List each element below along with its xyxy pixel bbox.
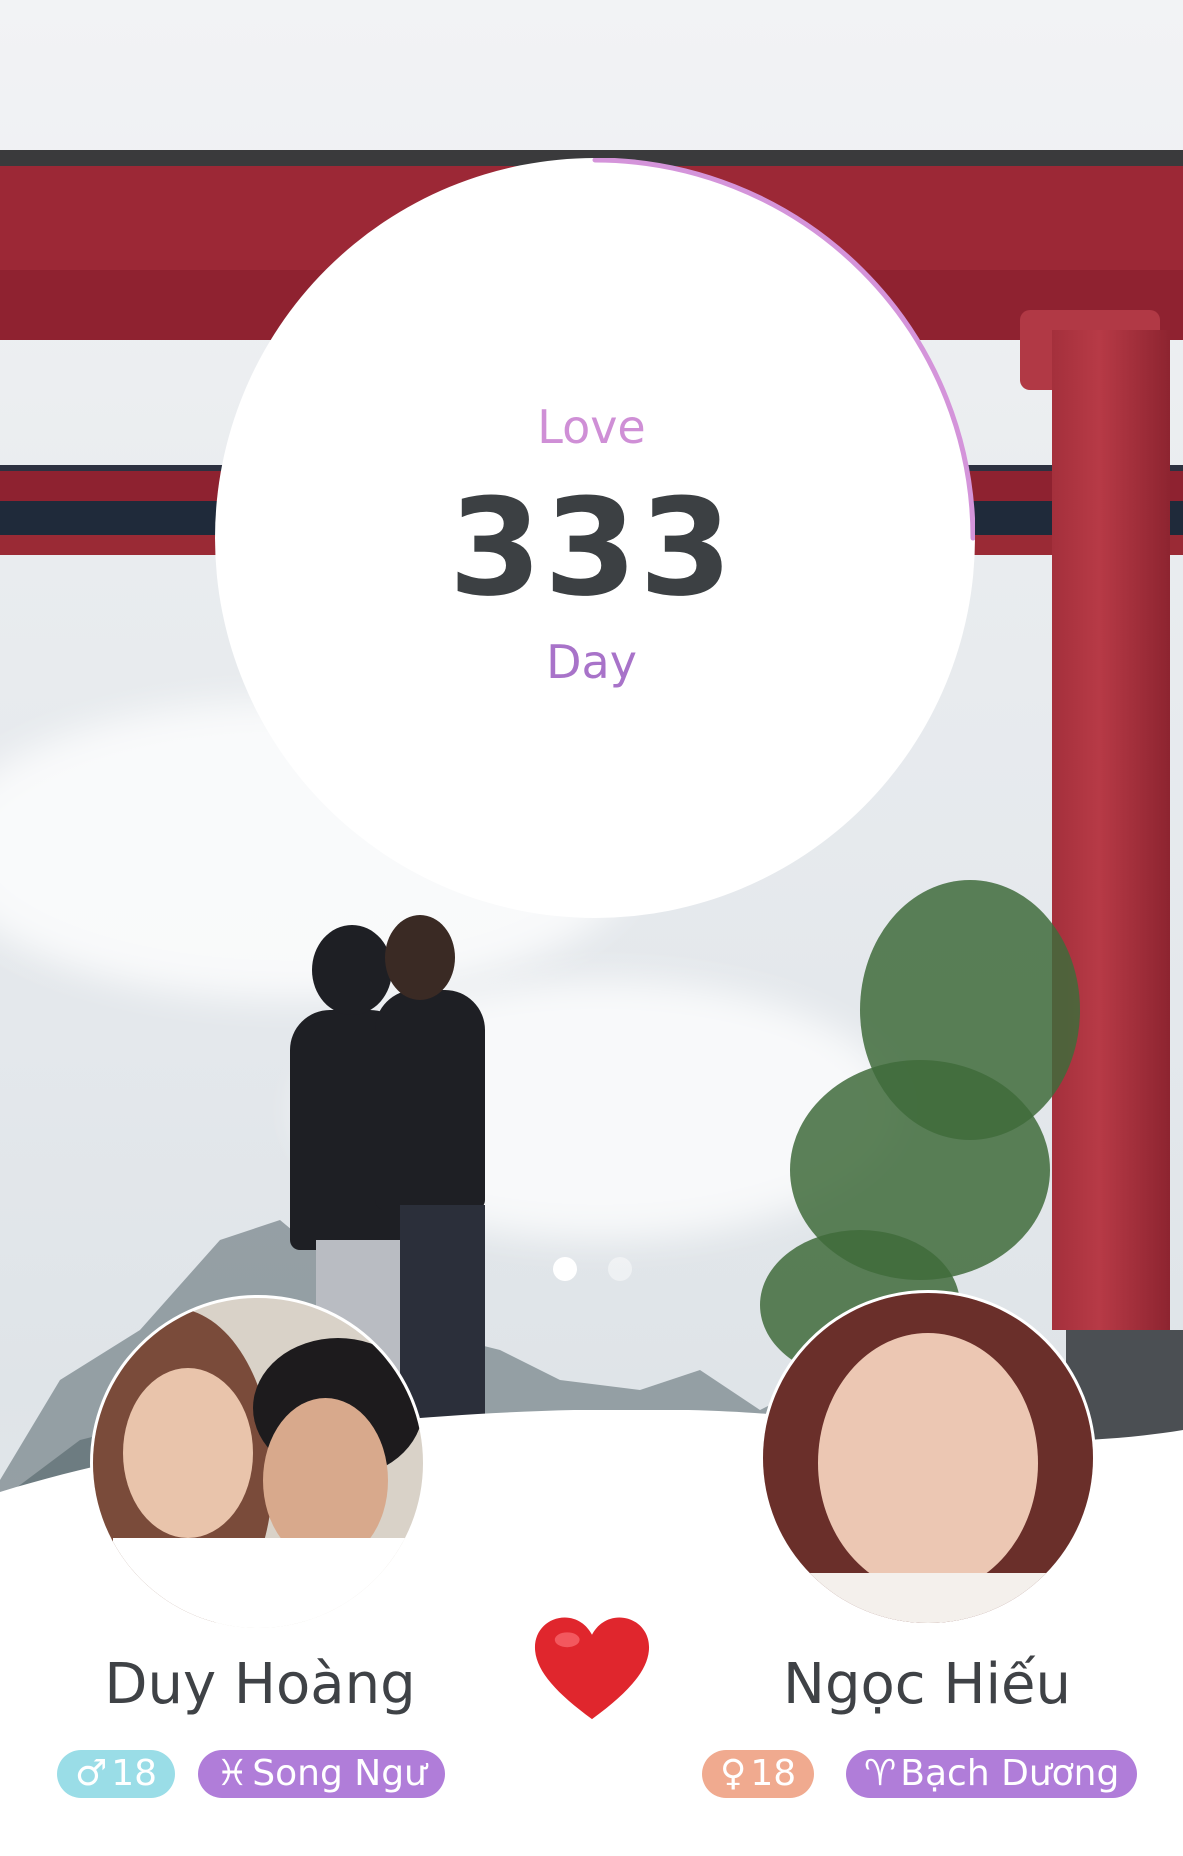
zodiac-right: Bạch Dương [900,1753,1120,1794]
day-count: 333 [448,470,735,626]
avatar-left[interactable] [90,1295,426,1631]
partner-left-name: Duy Hoàng [104,1652,416,1717]
age-right: 18 [750,1753,797,1794]
aries-icon: ♈ [864,1753,897,1794]
zodiac-badge-left: ♓ Song Ngư [198,1750,445,1798]
zodiac-left: Song Ngư [252,1753,427,1794]
day-label: Day [546,635,637,689]
pisces-icon: ♓ [216,1753,249,1794]
love-label: Love [537,400,646,454]
partner-right-name: Ngọc Hiếu [783,1652,1071,1717]
gender-age-badge-left: ♂ 18 [57,1750,176,1798]
avatar-right[interactable] [760,1290,1096,1626]
age-left: 18 [111,1753,158,1794]
gender-age-badge-right: ♀ 18 [702,1750,815,1798]
heart-icon[interactable] [530,1610,654,1734]
female-icon: ♀ [720,1753,747,1794]
zodiac-badge-right: ♈ Bạch Dương [846,1750,1138,1798]
male-icon: ♂ [75,1753,108,1794]
page-dot[interactable] [608,1257,632,1281]
page-dot-active[interactable] [553,1257,577,1281]
